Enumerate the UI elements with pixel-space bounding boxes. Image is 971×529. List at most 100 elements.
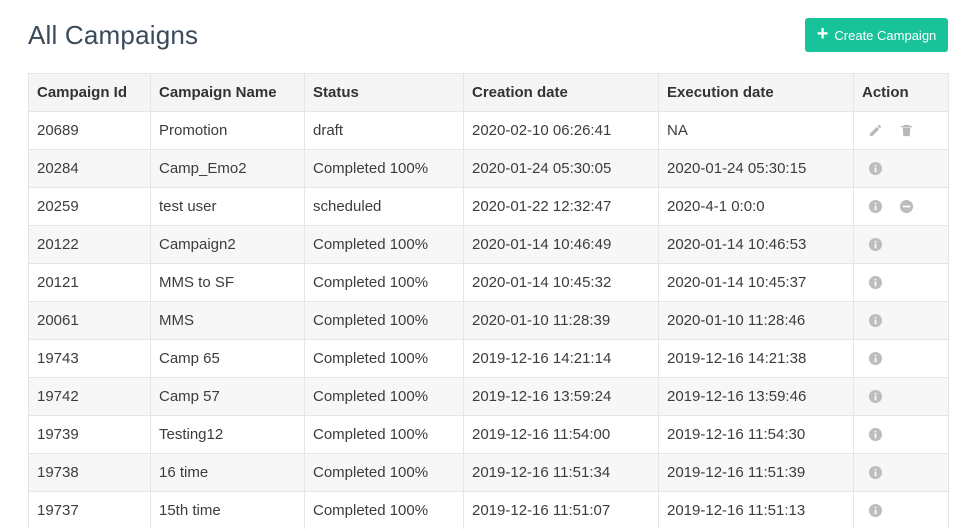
cell-execution-date: 2020-01-24 05:30:15 <box>658 149 854 188</box>
cell-campaign-id: 20122 <box>28 225 151 264</box>
cell-campaign-name: test user <box>150 187 305 226</box>
table-row[interactable]: 19737 15th time Completed 100% 2019-12-16 1… <box>28 491 949 529</box>
cell-campaign-name: Promotion <box>150 111 305 150</box>
cell-execution-date: 2019-12-16 13:59:46 <box>658 377 854 416</box>
cell-action <box>853 491 949 529</box>
column-header-execution-date[interactable]: Execution date <box>658 73 854 112</box>
cell-action <box>853 453 949 492</box>
action-icons <box>862 189 940 225</box>
cell-action <box>853 149 949 188</box>
action-icons <box>862 113 940 149</box>
cell-status: scheduled <box>304 187 464 226</box>
info-icon[interactable] <box>868 389 883 404</box>
cell-creation-date: 2020-01-14 10:45:32 <box>463 263 659 302</box>
cell-campaign-id: 20121 <box>28 263 151 302</box>
cell-execution-date: 2020-01-10 11:28:46 <box>658 301 854 340</box>
action-icons <box>862 417 940 453</box>
action-icons <box>862 227 940 263</box>
table-row[interactable]: 19739 Testing12 Completed 100% 2019-12-16 1… <box>28 415 949 454</box>
cell-status: draft <box>304 111 464 150</box>
cell-campaign-name: Camp 57 <box>150 377 305 416</box>
cell-action <box>853 263 949 302</box>
info-icon[interactable] <box>868 161 883 176</box>
trash-icon[interactable] <box>899 123 914 138</box>
edit-icon[interactable] <box>868 123 883 138</box>
action-icons <box>862 341 940 377</box>
table-row[interactable]: 20259 test user scheduled 2020-01-22 12:32:… <box>28 187 949 226</box>
cell-campaign-id: 19742 <box>28 377 151 416</box>
cell-campaign-id: 19738 <box>28 453 151 492</box>
cell-campaign-id: 19739 <box>28 415 151 454</box>
minus-circle-icon[interactable] <box>899 199 914 214</box>
table-body: 20689 Promotion draft 2020-02-10 06:26:41 NA… <box>28 111 949 529</box>
cell-status: Completed 100% <box>304 301 464 340</box>
table-row[interactable]: 19742 Camp 57 Completed 100% 2019-12-16 13:… <box>28 377 949 416</box>
cell-status: Completed 100% <box>304 339 464 378</box>
table-row[interactable]: 20122 Campaign2 Completed 100% 2020-01-14 1… <box>28 225 949 264</box>
cell-status: Completed 100% <box>304 453 464 492</box>
info-icon[interactable] <box>868 465 883 480</box>
cell-campaign-name: Testing12 <box>150 415 305 454</box>
cell-campaign-id: 19743 <box>28 339 151 378</box>
cell-campaign-id: 20689 <box>28 111 151 150</box>
cell-campaign-id: 20259 <box>28 187 151 226</box>
cell-execution-date: 2020-01-14 10:46:53 <box>658 225 854 264</box>
column-header-creation-date[interactable]: Creation date <box>463 73 659 112</box>
cell-status: Completed 100% <box>304 263 464 302</box>
cell-creation-date: 2020-01-14 10:46:49 <box>463 225 659 264</box>
cell-status: Completed 100% <box>304 225 464 264</box>
cell-campaign-name: 15th time <box>150 491 305 529</box>
cell-status: Completed 100% <box>304 377 464 416</box>
info-icon[interactable] <box>868 237 883 252</box>
table-row[interactable]: 20121 MMS to SF Completed 100% 2020-01-14 1… <box>28 263 949 302</box>
cell-action <box>853 187 949 226</box>
action-icons <box>862 303 940 339</box>
table-row[interactable]: 20284 Camp_Emo2 Completed 100% 2020-01-24 0… <box>28 149 949 188</box>
campaigns-page: All Campaigns + Create Campaign Campaign… <box>0 0 971 529</box>
cell-campaign-id: 19737 <box>28 491 151 529</box>
info-icon[interactable] <box>868 351 883 366</box>
info-icon[interactable] <box>868 275 883 290</box>
action-icons <box>862 265 940 301</box>
cell-campaign-name: 16 time <box>150 453 305 492</box>
cell-execution-date: 2019-12-16 11:51:39 <box>658 453 854 492</box>
action-icons <box>862 379 940 415</box>
cell-execution-date: 2020-01-14 10:45:37 <box>658 263 854 302</box>
cell-creation-date: 2020-01-22 12:32:47 <box>463 187 659 226</box>
info-icon[interactable] <box>868 313 883 328</box>
info-icon[interactable] <box>868 199 883 214</box>
cell-creation-date: 2020-01-10 11:28:39 <box>463 301 659 340</box>
cell-execution-date: 2020-4-1 0:0:0 <box>658 187 854 226</box>
cell-creation-date: 2020-01-24 05:30:05 <box>463 149 659 188</box>
cell-creation-date: 2019-12-16 11:54:00 <box>463 415 659 454</box>
cell-status: Completed 100% <box>304 491 464 529</box>
campaigns-table: Campaign Id Campaign Name Status Creatio… <box>28 73 949 529</box>
page-title: All Campaigns <box>28 20 199 50</box>
column-header-campaign-name[interactable]: Campaign Name <box>150 73 305 112</box>
info-icon[interactable] <box>868 503 883 518</box>
cell-campaign-id: 20061 <box>28 301 151 340</box>
table-row[interactable]: 20689 Promotion draft 2020-02-10 06:26:41 NA <box>28 111 949 150</box>
cell-creation-date: 2019-12-16 13:59:24 <box>463 377 659 416</box>
info-icon[interactable] <box>868 427 883 442</box>
cell-action <box>853 339 949 378</box>
cell-execution-date: 2019-12-16 14:21:38 <box>658 339 854 378</box>
create-campaign-button[interactable]: + Create Campaign <box>805 18 948 52</box>
table-row[interactable]: 19738 16 time Completed 100% 2019-12-16 11:… <box>28 453 949 492</box>
cell-action <box>853 111 949 150</box>
action-icons <box>862 151 940 187</box>
cell-creation-date: 2020-02-10 06:26:41 <box>463 111 659 150</box>
action-icons <box>862 455 940 491</box>
action-icons <box>862 493 940 529</box>
cell-action <box>853 415 949 454</box>
cell-creation-date: 2019-12-16 11:51:34 <box>463 453 659 492</box>
cell-execution-date: 2019-12-16 11:51:13 <box>658 491 854 529</box>
table-row[interactable]: 19743 Camp 65 Completed 100% 2019-12-16 14:… <box>28 339 949 378</box>
cell-campaign-name: Campaign2 <box>150 225 305 264</box>
column-header-campaign-id[interactable]: Campaign Id <box>28 73 151 112</box>
cell-campaign-name: Camp_Emo2 <box>150 149 305 188</box>
create-campaign-label: Create Campaign <box>834 27 937 43</box>
column-header-status[interactable]: Status <box>304 73 464 112</box>
table-row[interactable]: 20061 MMS Completed 100% 2020-01-10 11:28:3… <box>28 301 949 340</box>
cell-execution-date: 2019-12-16 11:54:30 <box>658 415 854 454</box>
